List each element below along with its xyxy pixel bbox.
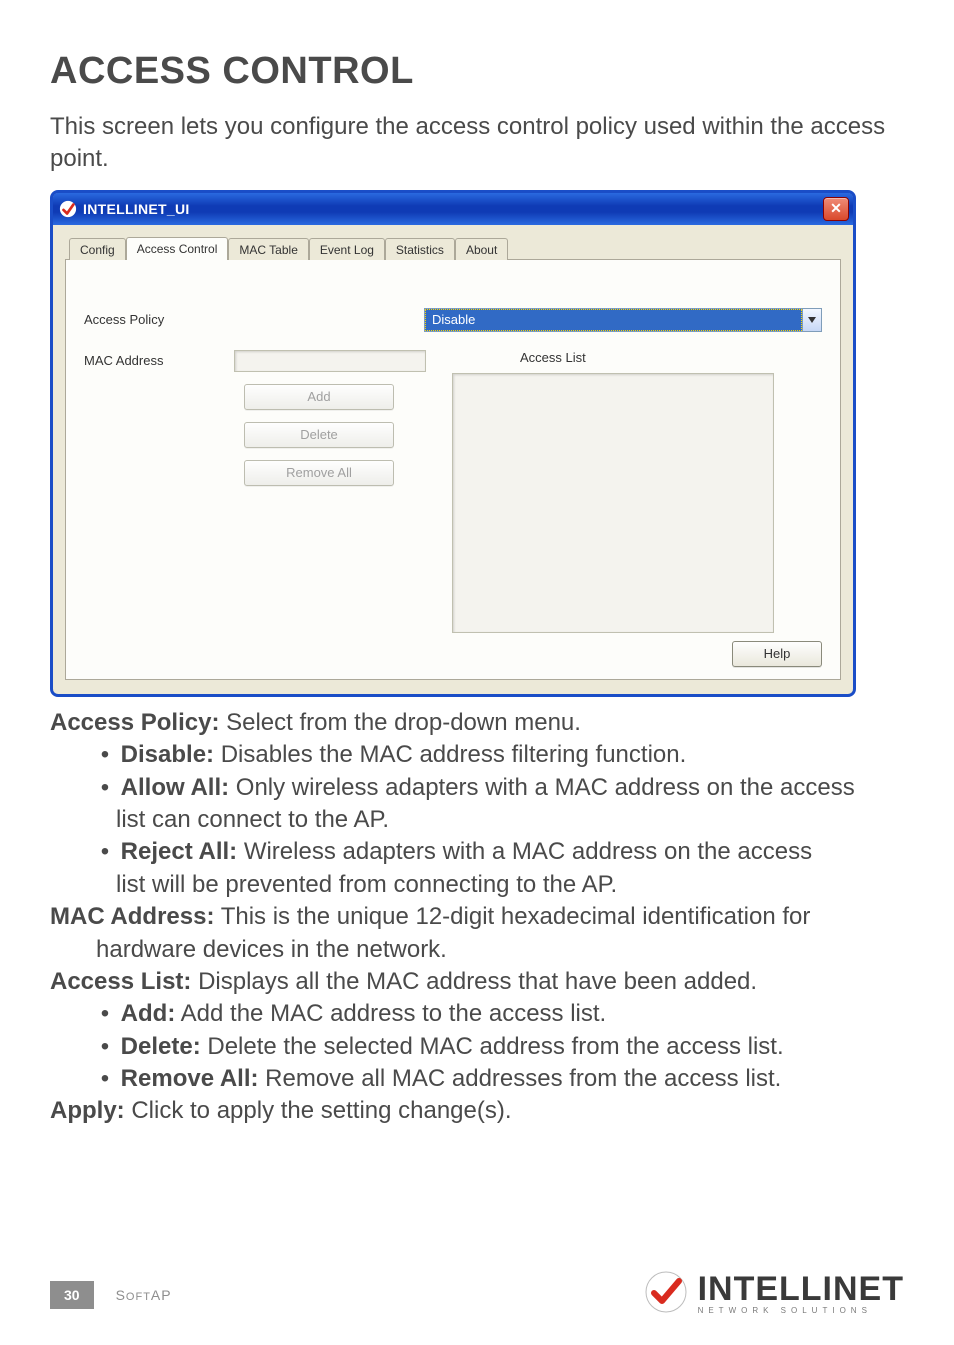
def-delete-text: Delete the selected MAC address from the… — [201, 1033, 784, 1060]
access-policy-value: Disable — [425, 309, 802, 331]
app-window: INTELLINET_UI ✕ Config Access Control MA… — [50, 190, 856, 697]
def-allow-head: Allow All: — [121, 774, 229, 801]
def-add-text: Add the MAC address to the access list. — [175, 1000, 606, 1027]
close-icon: ✕ — [830, 200, 842, 217]
def-access-policy-head: Access Policy: — [50, 709, 219, 736]
page-title: ACCESS CONTROL — [50, 50, 904, 93]
def-reject-text2: list will be prevented from connecting t… — [116, 871, 617, 898]
tab-bar: Config Access Control MAC Table Event Lo… — [65, 235, 841, 260]
def-accesslist-text: Displays all the MAC address that have b… — [191, 968, 757, 995]
brand-check-icon — [644, 1270, 688, 1319]
chevron-down-icon — [808, 317, 816, 323]
tab-about[interactable]: About — [455, 238, 508, 260]
tab-access-control[interactable]: Access Control — [126, 237, 229, 260]
access-list-label: Access List — [452, 350, 774, 365]
mac-address-label: MAC Address — [84, 353, 224, 368]
app-icon — [59, 200, 77, 218]
def-reject-head: Reject All: — [121, 838, 237, 865]
window-title: INTELLINET_UI — [83, 201, 190, 217]
def-apply-head: Apply: — [50, 1097, 125, 1124]
delete-button[interactable]: Delete — [244, 422, 394, 448]
access-policy-select[interactable]: Disable — [424, 308, 822, 332]
remove-all-button[interactable]: Remove All — [244, 460, 394, 486]
def-mac-head: MAC Address: — [50, 903, 214, 930]
def-mac-text1: This is the unique 12-digit hexadecimal … — [214, 903, 810, 930]
mac-address-input[interactable] — [234, 350, 426, 372]
close-button[interactable]: ✕ — [823, 197, 849, 221]
brand-logo: INTELLINET NETWORK SOLUTIONS — [644, 1270, 904, 1319]
tab-event-log[interactable]: Event Log — [309, 238, 385, 260]
tab-config[interactable]: Config — [69, 238, 126, 260]
def-remove-head: Remove All: — [121, 1065, 259, 1092]
brand-name: INTELLINET — [698, 1274, 904, 1305]
access-policy-label: Access Policy — [84, 312, 224, 327]
def-reject-text1: Wireless adapters with a MAC address on … — [237, 838, 812, 865]
def-disable-text: Disables the MAC address filtering funct… — [214, 741, 686, 768]
definitions-block: Access Policy: Select from the drop-down… — [50, 707, 904, 1128]
def-apply-text: Click to apply the setting change(s). — [125, 1097, 512, 1124]
def-delete-head: Delete: — [121, 1033, 201, 1060]
def-accesslist-head: Access List: — [50, 968, 191, 995]
def-add-head: Add: — [121, 1000, 176, 1027]
def-disable-head: Disable: — [121, 741, 214, 768]
window-body: Config Access Control MAC Table Event Lo… — [53, 225, 853, 694]
page-footer: 30 SOFTAP INTELLINET NETWORK SOLUTIONS — [50, 1270, 904, 1319]
intro-text: This screen lets you configure the acces… — [50, 111, 904, 176]
page-number-badge: 30 — [50, 1281, 94, 1309]
def-allow-text1: Only wireless adapters with a MAC addres… — [229, 774, 855, 801]
def-access-policy-text: Select from the drop-down menu. — [219, 709, 581, 736]
help-button[interactable]: Help — [732, 641, 822, 667]
footer-section-label: SOFTAP — [116, 1287, 172, 1303]
def-mac-text2: hardware devices in the network. — [96, 936, 447, 963]
tab-panel: Access Policy Disable MAC Address — [65, 260, 841, 680]
dropdown-button[interactable] — [802, 309, 821, 331]
tab-statistics[interactable]: Statistics — [385, 238, 455, 260]
add-button[interactable]: Add — [244, 384, 394, 410]
window-titlebar: INTELLINET_UI ✕ — [53, 193, 853, 225]
access-list-box[interactable] — [452, 373, 774, 633]
tab-mac-table[interactable]: MAC Table — [228, 238, 308, 260]
def-remove-text: Remove all MAC addresses from the access… — [258, 1065, 781, 1092]
def-allow-text2: list can connect to the AP. — [116, 806, 389, 833]
